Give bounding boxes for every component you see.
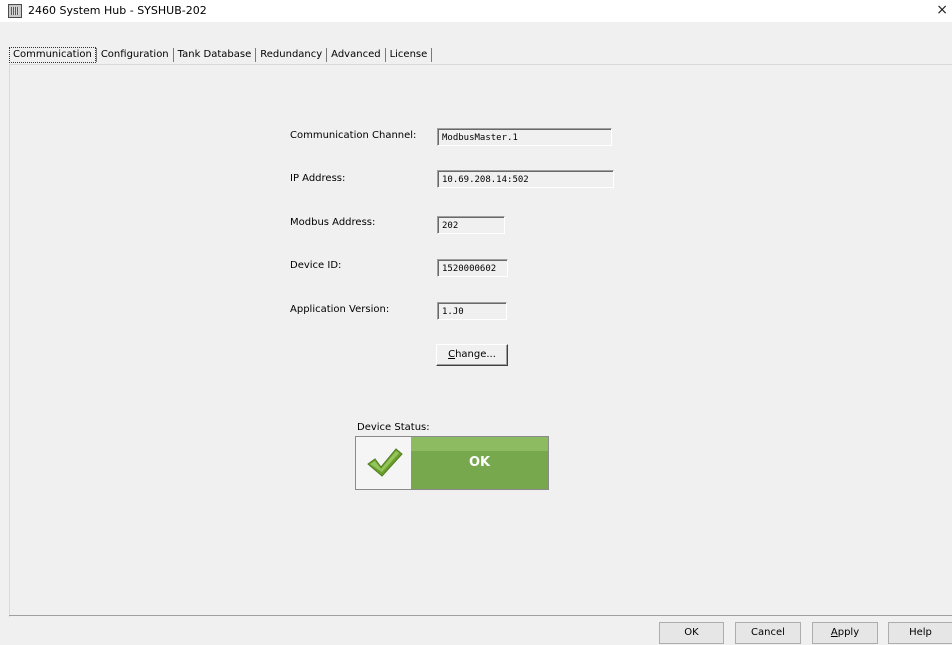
tab-bar: Communication Configuration Tank Databas… — [9, 46, 433, 64]
ip-address-field: 10.69.208.14:502 — [437, 170, 614, 188]
app-version-field: 1.J0 — [437, 302, 507, 320]
tab-license[interactable]: License — [386, 47, 432, 63]
channel-label: Communication Channel: — [290, 130, 417, 141]
device-id-field: 1520000602 — [437, 259, 508, 277]
footer-divider — [9, 615, 952, 616]
change-button[interactable]: Change... — [436, 344, 508, 366]
device-status-indicator: OK — [355, 436, 549, 490]
cancel-button[interactable]: Cancel — [735, 622, 801, 644]
tab-advanced[interactable]: Advanced — [327, 47, 384, 63]
modbus-address-field: 202 — [437, 216, 505, 234]
channel-field: ModbusMaster.1 — [437, 128, 612, 146]
tab-divider — [431, 48, 433, 62]
help-button[interactable]: Help — [888, 622, 952, 644]
checkmark-icon — [367, 448, 403, 477]
window-title: 2460 System Hub - SYSHUB-202 — [28, 4, 207, 17]
close-icon[interactable]: × — [936, 2, 948, 18]
status-check-panel — [356, 437, 411, 489]
ok-button[interactable]: OK — [659, 622, 724, 644]
tab-configuration[interactable]: Configuration — [97, 47, 173, 63]
app-grid-icon — [8, 4, 22, 18]
apply-button[interactable]: Apply — [812, 622, 878, 644]
status-ok-banner: OK — [411, 437, 548, 489]
modbus-address-label: Modbus Address: — [290, 217, 376, 228]
tab-content-panel — [9, 64, 952, 617]
device-id-label: Device ID: — [290, 260, 342, 271]
device-status-label: Device Status: — [357, 422, 430, 433]
tab-redundancy[interactable]: Redundancy — [256, 47, 326, 63]
tab-communication[interactable]: Communication — [9, 47, 96, 63]
ip-address-label: IP Address: — [290, 173, 346, 184]
title-bar: 2460 System Hub - SYSHUB-202 × — [0, 0, 952, 22]
app-version-label: Application Version: — [290, 304, 390, 315]
tab-tank-database[interactable]: Tank Database — [174, 47, 256, 63]
